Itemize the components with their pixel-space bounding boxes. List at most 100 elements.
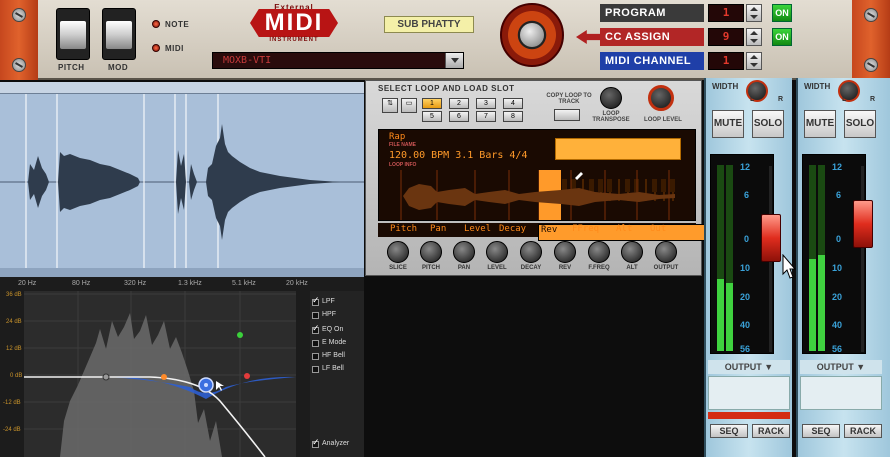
midi-channel-spinner[interactable] bbox=[746, 52, 762, 70]
daw-window: PITCH MOD NOTE MIDI External MIDI INSTRU… bbox=[0, 0, 890, 457]
browse-loop-button[interactable]: ⇅ bbox=[382, 98, 398, 113]
midi-channel-label: MIDI CHANNEL bbox=[600, 52, 704, 70]
volume-fader[interactable] bbox=[853, 200, 873, 248]
slot-button-7[interactable]: 7 bbox=[476, 111, 496, 122]
cc-assign-spinner[interactable] bbox=[746, 28, 762, 46]
chevron-down-icon[interactable] bbox=[445, 53, 463, 68]
mute-button[interactable]: MUTE bbox=[712, 110, 744, 138]
param-out[interactable]: Out bbox=[650, 224, 666, 234]
solo-button[interactable]: SOLO bbox=[844, 110, 876, 138]
freq-label: 20 kHz bbox=[286, 280, 308, 287]
width-l-label: L bbox=[842, 96, 847, 103]
screw-icon bbox=[12, 58, 26, 72]
width-l-label: L bbox=[750, 96, 755, 103]
param-decay[interactable]: Decay bbox=[499, 224, 526, 234]
output-knob-label: OUTPUT bbox=[653, 265, 679, 271]
scale-tick: 10 bbox=[740, 263, 751, 273]
screw-icon bbox=[12, 8, 26, 22]
checkbox-icon[interactable] bbox=[312, 312, 319, 319]
slot-button-1[interactable]: 1 bbox=[422, 98, 442, 109]
midi-channel-value[interactable]: 1 bbox=[708, 52, 744, 70]
param-level[interactable]: Level bbox=[464, 224, 491, 234]
volume-fader[interactable] bbox=[761, 214, 781, 262]
param-alt[interactable]: Alt bbox=[616, 224, 632, 234]
mod-wheel[interactable] bbox=[102, 8, 136, 60]
slot-button-5[interactable]: 5 bbox=[422, 111, 442, 122]
decay-knob[interactable] bbox=[520, 241, 542, 263]
scale-tick: 12 bbox=[740, 162, 751, 172]
pencil-cursor-icon bbox=[575, 172, 583, 180]
scale-tick: 6 bbox=[744, 190, 750, 200]
solo-button[interactable]: SOLO bbox=[752, 110, 784, 138]
program-value[interactable]: 1 bbox=[708, 4, 744, 22]
note-led-icon bbox=[152, 20, 160, 28]
slot-button-2[interactable]: 2 bbox=[449, 98, 469, 109]
pitch-wheel[interactable] bbox=[56, 8, 90, 60]
copy-loop-button[interactable] bbox=[554, 109, 580, 121]
checkbox-icon[interactable] bbox=[312, 295, 320, 306]
program-spinner[interactable] bbox=[746, 4, 762, 22]
folder-icon[interactable]: ▭ bbox=[401, 98, 417, 113]
eq-node-high[interactable] bbox=[244, 373, 250, 379]
slice-knob[interactable] bbox=[387, 241, 409, 263]
pitch-knob[interactable] bbox=[420, 241, 442, 263]
rev-knob[interactable] bbox=[554, 241, 576, 263]
checkbox-icon[interactable] bbox=[312, 353, 319, 360]
cc-on-button[interactable]: ON bbox=[772, 28, 792, 46]
scale-tick: 40 bbox=[740, 320, 751, 330]
rack-button[interactable]: RACK bbox=[752, 424, 790, 438]
mute-button[interactable]: MUTE bbox=[804, 110, 836, 138]
checkbox-icon[interactable] bbox=[312, 340, 319, 347]
loop-display[interactable]: Rap FILE NAME 120.00 BPM 3.1 Bars 4/4 LO… bbox=[378, 129, 696, 221]
copy-loop-label: COPY LOOP TO TRACK bbox=[546, 93, 592, 105]
ffreq-knob[interactable] bbox=[588, 241, 610, 263]
mixer-channel-1: WIDTH L R MUTE SOLO 12 6 0 10 20 40 56 O… bbox=[704, 78, 796, 457]
waveform-display bbox=[0, 94, 364, 268]
seq-button[interactable]: SEQ bbox=[710, 424, 748, 438]
output-selector[interactable]: OUTPUT ▼ bbox=[800, 360, 882, 374]
pitch-knob-label: PITCH bbox=[422, 265, 440, 271]
checkbox-icon[interactable] bbox=[312, 366, 319, 373]
width-label: WIDTH bbox=[804, 82, 831, 91]
slot-button-3[interactable]: 3 bbox=[476, 98, 496, 109]
checkbox-icon[interactable] bbox=[312, 323, 320, 334]
waveform-shape bbox=[28, 124, 340, 240]
cc-assign-value[interactable]: 9 bbox=[708, 28, 744, 46]
file-name: Rap bbox=[389, 132, 406, 142]
eq-node-high-shelf[interactable] bbox=[237, 332, 243, 338]
slot-button-4[interactable]: 4 bbox=[503, 98, 523, 109]
param-pitch[interactable]: Pitch bbox=[390, 224, 417, 234]
param-ffreq[interactable]: FFreq bbox=[572, 224, 599, 234]
slot-button-6[interactable]: 6 bbox=[449, 111, 469, 122]
arrow-left-icon bbox=[576, 30, 600, 44]
param-pan[interactable]: Pan bbox=[430, 224, 446, 234]
audio-waveform-editor[interactable] bbox=[0, 82, 364, 277]
note-label: NOTE bbox=[165, 20, 190, 29]
slot-button-8[interactable]: 8 bbox=[503, 111, 523, 122]
cc-assign-label: CC ASSIGN bbox=[600, 28, 704, 46]
loop-level-knob[interactable] bbox=[648, 85, 674, 111]
loop-transpose-knob[interactable] bbox=[600, 87, 622, 109]
level-knob[interactable] bbox=[486, 241, 508, 263]
external-midi-logo: External MIDI INSTRUMENT bbox=[232, 3, 356, 43]
output-selector[interactable]: OUTPUT ▼ bbox=[708, 360, 790, 374]
checkbox-icon[interactable] bbox=[312, 437, 320, 448]
pitch-label: PITCH bbox=[58, 63, 85, 72]
pan-knob[interactable] bbox=[453, 241, 475, 263]
alt-knob[interactable] bbox=[621, 241, 643, 263]
rack-button[interactable]: RACK bbox=[844, 424, 882, 438]
program-on-button[interactable]: ON bbox=[772, 4, 792, 22]
seq-button[interactable]: SEQ bbox=[802, 424, 840, 438]
eq-node-low[interactable] bbox=[161, 374, 167, 380]
eq-option-label: LF Bell bbox=[322, 365, 344, 372]
eq-graph[interactable]: 36 dB 24 dB 12 dB 0 dB -12 dB -24 dB bbox=[0, 291, 310, 457]
eq-options: LPF HPF EQ On E Mode HF Bell LF Bell Ana… bbox=[310, 291, 364, 457]
eq-node-hpf[interactable] bbox=[102, 373, 110, 381]
device-name-tape[interactable]: SUB PHATTY bbox=[384, 16, 474, 33]
patch-select[interactable]: MOXB-VTI bbox=[212, 52, 464, 69]
waveform-scrollbar[interactable] bbox=[0, 268, 364, 277]
freq-label: 5.1 kHz bbox=[232, 280, 256, 287]
slice-ruler[interactable] bbox=[0, 82, 364, 94]
output-knob[interactable] bbox=[655, 241, 677, 263]
cc-knob[interactable] bbox=[500, 3, 564, 67]
